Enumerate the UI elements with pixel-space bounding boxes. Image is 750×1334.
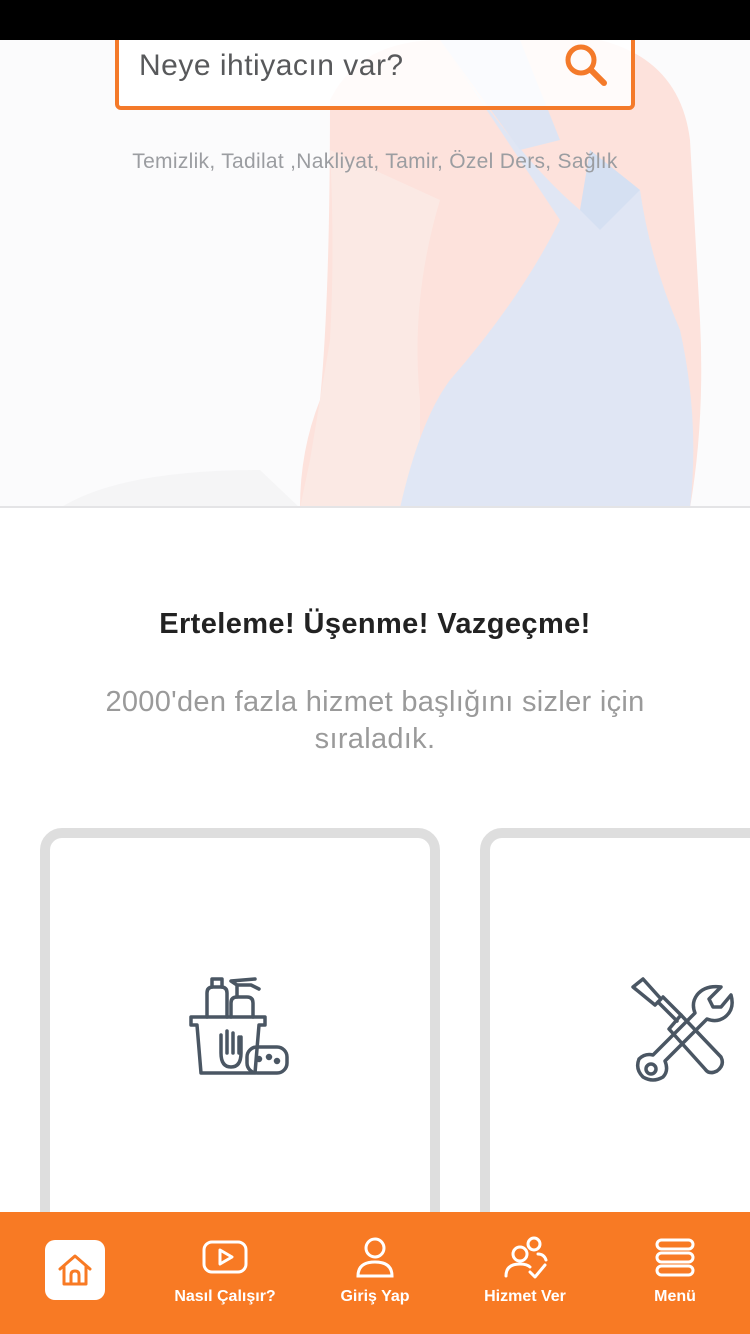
nav-label-login: Giriş Yap: [340, 1288, 410, 1305]
nav-provide-service[interactable]: Hizmet Ver: [450, 1212, 600, 1334]
nav-login[interactable]: Giriş Yap: [300, 1212, 450, 1334]
search-input[interactable]: [139, 46, 539, 86]
quick-categories-text: Temizlik, Tadilat ,Nakliyat, Tamir, Özel…: [132, 150, 618, 173]
hero-section: Temizlik, Tadilat ,Nakliyat, Tamir, Özel…: [0, 0, 750, 508]
service-card-cleaning[interactable]: [40, 828, 440, 1248]
nav-label-provide-service: Hizmet Ver: [484, 1288, 566, 1305]
tools-icon: [631, 977, 734, 1082]
bottom-nav: Nasıl Çalışır? Giriş Yap Hizmet Ver Menü: [0, 1212, 750, 1334]
home-tile[interactable]: [45, 1240, 105, 1300]
user-icon: [356, 1237, 394, 1278]
service-card-repair[interactable]: [480, 828, 750, 1248]
nav-label-menu: Menü: [654, 1288, 696, 1305]
subtitle-text: 2000'den fazla hizmet başlığını sizler i…: [105, 686, 645, 755]
tagline-heading: Erteleme! Üşenme! Vazgeçme!: [159, 608, 591, 640]
home-icon: [58, 1254, 92, 1286]
cleaning-supplies-icon: [189, 977, 289, 1075]
page: Temizlik, Tadilat ,Nakliyat, Tamir, Özel…: [0, 0, 750, 1334]
search-icon[interactable]: [561, 40, 611, 90]
menu-icon: [655, 1238, 695, 1277]
nav-label-how-it-works: Nasıl Çalışır?: [174, 1288, 276, 1305]
nav-menu[interactable]: Menü: [600, 1212, 750, 1334]
nav-how-it-works[interactable]: Nasıl Çalışır?: [150, 1212, 300, 1334]
nav-home[interactable]: [0, 1212, 150, 1334]
status-bar: [0, 0, 750, 40]
hero-divider: [0, 506, 750, 508]
video-play-icon: [202, 1240, 248, 1274]
user-check-icon: [504, 1236, 548, 1279]
